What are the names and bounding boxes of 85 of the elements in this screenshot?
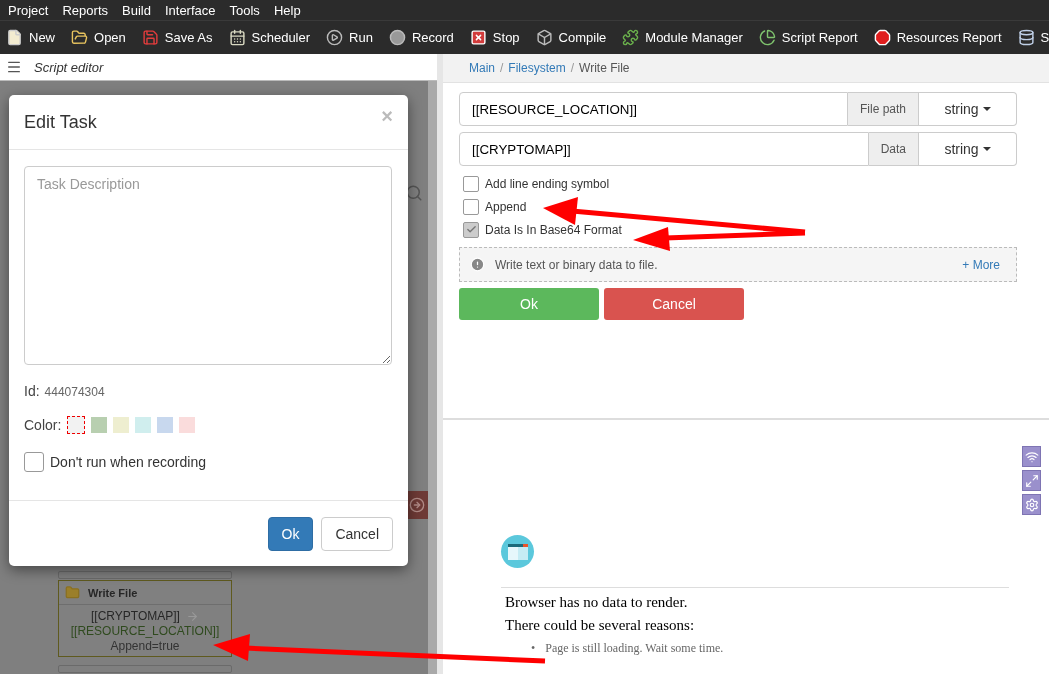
- description-field[interactable]: Task Description: [24, 166, 392, 365]
- toolbar-button[interactable]: Scheduler: [228, 29, 311, 46]
- field-label: File path: [847, 92, 919, 126]
- id-label: Id:: [24, 383, 40, 399]
- pie-chart-icon: [758, 29, 776, 46]
- color-label: Color:: [24, 417, 62, 433]
- breadcrumb-separator: /: [570, 61, 575, 75]
- type-dropdown[interactable]: string: [919, 132, 1017, 166]
- checkbox-label: Add line ending symbol: [485, 176, 610, 191]
- fullscreen-button[interactable]: [1022, 470, 1041, 491]
- id-value: 444074304: [44, 385, 105, 399]
- bullet: •: [531, 640, 536, 656]
- checkbox[interactable]: [463, 221, 479, 238]
- warning-icon: [873, 29, 891, 46]
- task-node[interactable]: Write File [[CRYPTOMAP]] [[RESOURCE_LOCATION]] Append=true: [58, 580, 232, 657]
- cube-icon: [535, 29, 553, 46]
- color-swatch[interactable]: [91, 417, 108, 433]
- settings-button[interactable]: [1022, 494, 1041, 515]
- arrow-icon: [185, 610, 199, 623]
- toolbar-button[interactable]: Stop: [469, 29, 520, 46]
- node-line: Append=true: [110, 639, 180, 654]
- checkbox[interactable]: [24, 452, 44, 472]
- info-text: Write text or binary data to file.: [495, 257, 659, 272]
- info-icon: [470, 257, 485, 272]
- checkbox-label: Data Is In Base64 Format: [485, 222, 622, 237]
- menu-item[interactable]: Reports: [62, 2, 116, 18]
- color-swatch[interactable]: [113, 417, 130, 433]
- menu-icon[interactable]: [6, 59, 22, 75]
- type-dropdown[interactable]: string: [919, 92, 1017, 126]
- toolbar-button[interactable]: New: [6, 29, 55, 46]
- puzzle-icon: [622, 29, 640, 46]
- browser-message: Browser has no data to render.: [505, 594, 689, 611]
- check-icon: [465, 224, 477, 235]
- menu-item[interactable]: Help: [273, 2, 309, 18]
- cancel-button[interactable]: Cancel: [321, 516, 393, 551]
- color-swatch[interactable]: [67, 416, 86, 434]
- breadcrumb-link[interactable]: Filesystem: [508, 61, 566, 75]
- more-link[interactable]: + More: [962, 257, 1000, 272]
- play-icon: [326, 29, 344, 46]
- color-swatch[interactable]: [157, 417, 174, 433]
- panel-title: Script editor: [34, 59, 104, 75]
- toolbar-button[interactable]: Run: [326, 29, 373, 46]
- folder-icon: [71, 29, 88, 46]
- toolbar-button[interactable]: Open: [71, 29, 126, 46]
- dialog-title: Edit Task: [24, 111, 97, 133]
- database-icon: [1017, 29, 1035, 46]
- input-field[interactable]: [[CRYPTOMAP]]: [459, 132, 869, 166]
- toolbar-button[interactable]: Module Manager: [622, 29, 743, 46]
- node-title: Write File: [88, 586, 138, 599]
- menu-item[interactable]: Tools: [229, 2, 268, 18]
- checkbox-label: Don't run when recording: [50, 454, 206, 470]
- toolbar-button[interactable]: Save As: [141, 29, 213, 46]
- menu-item[interactable]: Project: [8, 2, 57, 18]
- file-icon: [6, 29, 23, 46]
- node-line: [[CRYPTOMAP]]: [91, 609, 180, 624]
- breadcrumb-link[interactable]: Main: [469, 61, 495, 75]
- input-field[interactable]: [[RESOURCE_LOCATION]]: [459, 92, 848, 126]
- wifi-button[interactable]: [1022, 446, 1041, 467]
- menu-item[interactable]: Build: [122, 2, 159, 18]
- breadcrumb-separator: /: [500, 61, 504, 75]
- reason-item: Page is still loading. Wait some time.: [545, 640, 724, 656]
- browser-message: There could be several reasons:: [505, 617, 696, 634]
- stop-icon: [469, 29, 487, 46]
- breadcrumb-current: Write File: [579, 61, 630, 75]
- checkbox[interactable]: [463, 198, 479, 215]
- toolbar-button[interactable]: Record: [388, 29, 454, 46]
- toolbar-button[interactable]: Script Report: [758, 29, 858, 46]
- folder-icon: [65, 585, 80, 600]
- toolbar-button[interactable]: S: [1017, 29, 1049, 46]
- record-icon: [388, 29, 406, 46]
- toolbar-button[interactable]: Resources Report: [873, 29, 1002, 46]
- search-icon[interactable]: [405, 184, 423, 202]
- checkbox[interactable]: [463, 175, 479, 192]
- ok-button[interactable]: Ok: [267, 516, 314, 551]
- browser-icon: [501, 535, 534, 568]
- node-line: [[RESOURCE_LOCATION]]: [70, 624, 220, 639]
- color-swatch[interactable]: [135, 417, 152, 433]
- floppy-icon: [141, 29, 159, 46]
- toolbar-button[interactable]: Compile: [535, 29, 607, 46]
- calendar-icon: [228, 29, 246, 46]
- menu-item[interactable]: Interface: [164, 2, 224, 18]
- color-swatch[interactable]: [179, 417, 196, 433]
- cancel-button[interactable]: Cancel: [604, 288, 744, 320]
- checkbox-label: Append: [485, 199, 527, 214]
- field-label: Data: [868, 132, 919, 166]
